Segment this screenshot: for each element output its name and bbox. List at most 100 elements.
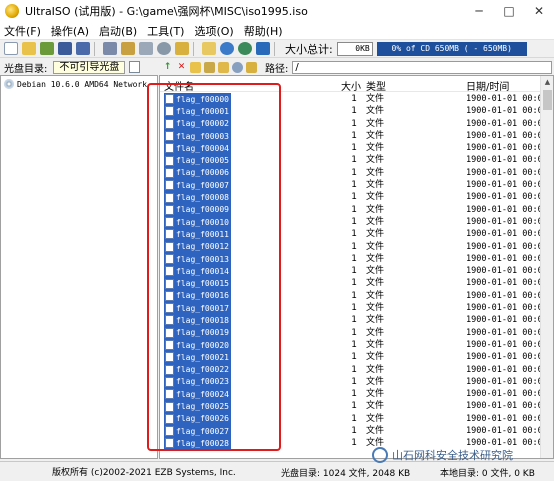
disc-tree[interactable]: Debian 10.6.0 AMD64 Network xyxy=(0,75,158,459)
new-icon[interactable] xyxy=(4,42,18,55)
file-date: 1900-01-01 00:00 xyxy=(466,266,548,277)
info-icon[interactable] xyxy=(220,42,234,55)
file-date: 1900-01-01 00:00 xyxy=(466,290,548,301)
column-header-date[interactable]: 日期/时间 xyxy=(466,78,509,93)
maximize-button[interactable]: □ xyxy=(494,0,524,22)
add-files-icon[interactable] xyxy=(218,61,229,73)
file-type: 文件 xyxy=(366,376,385,387)
menu-tools[interactable]: 工具(T) xyxy=(143,23,190,39)
file-size: 1 xyxy=(351,376,357,387)
file-date: 1900-01-01 00:00 xyxy=(466,303,548,314)
column-header-type[interactable]: 类型 xyxy=(366,78,386,93)
file-date: 1900-01-01 00:00 xyxy=(466,143,548,154)
file-size: 1 xyxy=(351,106,357,117)
delete-icon[interactable]: ✕ xyxy=(176,62,187,73)
file-type: 文件 xyxy=(366,155,385,166)
burn-icon[interactable] xyxy=(103,42,117,55)
file-type: 文件 xyxy=(366,167,385,178)
file-size: 1 xyxy=(351,401,357,412)
file-size: 1 xyxy=(351,364,357,375)
file-type: 文件 xyxy=(366,216,385,227)
file-size: 1 xyxy=(351,130,357,141)
wizard-icon[interactable] xyxy=(175,42,189,55)
scroll-thumb[interactable] xyxy=(543,90,552,110)
file-type: 文件 xyxy=(366,229,385,240)
file-type: 文件 xyxy=(366,401,385,412)
vertical-scrollbar[interactable]: ▲ xyxy=(540,76,553,458)
new-folder-icon[interactable] xyxy=(190,61,201,73)
save-icon[interactable] xyxy=(58,42,72,55)
watermark: 山石网科安全技术研究院 xyxy=(372,447,513,463)
ultraiso-window: UltraISO (试用版) - G:\game\强网杯\MISC\iso199… xyxy=(0,0,554,481)
file-type: 文件 xyxy=(366,364,385,375)
boot-status-field[interactable]: 不可引导光盘 xyxy=(53,60,126,74)
save-as-icon[interactable] xyxy=(76,42,90,55)
file-date: 1900-01-01 00:00 xyxy=(466,278,548,289)
close-button[interactable]: ✕ xyxy=(524,0,554,22)
wechat-logo-icon xyxy=(372,447,388,463)
file-size: 1 xyxy=(351,192,357,203)
file-size: 1 xyxy=(351,327,357,338)
window-controls: ─ □ ✕ xyxy=(464,0,554,22)
file-type: 文件 xyxy=(366,253,385,264)
file-size: 1 xyxy=(351,180,357,191)
file-type: 文件 xyxy=(366,192,385,203)
file-size: 1 xyxy=(351,290,357,301)
path-input[interactable]: / xyxy=(292,60,552,74)
file-size: 1 xyxy=(351,426,357,437)
minimize-button[interactable]: ─ xyxy=(464,0,494,22)
file-date: 1900-01-01 00:00 xyxy=(466,376,548,387)
file-type: 文件 xyxy=(366,315,385,326)
file-size: 1 xyxy=(351,413,357,424)
file-type: 文件 xyxy=(366,327,385,338)
file-size: 1 xyxy=(351,266,357,277)
path-label: 路径: xyxy=(265,63,289,75)
boot-properties-icon[interactable] xyxy=(129,61,141,73)
rename-icon[interactable] xyxy=(204,61,215,73)
tree-root-label: Debian 10.6.0 AMD64 Network xyxy=(17,79,148,89)
file-date: 1900-01-01 00:00 xyxy=(466,389,548,400)
window-title: UltraISO (试用版) - G:\game\强网杯\MISC\iso199… xyxy=(25,5,308,18)
file-size: 1 xyxy=(351,94,357,104)
main-toolbar: 大小总计: 0KB 0% of CD 650MB ( - 650MB) xyxy=(0,40,554,58)
file-size: 1 xyxy=(351,143,357,154)
column-header-size[interactable]: 大小 xyxy=(341,78,361,93)
menu-bootable[interactable]: 启动(B) xyxy=(95,23,143,39)
virtual-drive-icon[interactable] xyxy=(157,42,171,55)
extract-icon[interactable] xyxy=(40,42,54,55)
menu-file[interactable]: 文件(F) xyxy=(0,23,47,39)
mount-icon[interactable] xyxy=(121,42,135,55)
view-icon[interactable] xyxy=(246,61,257,73)
disc-directory-status: 光盘目录: 1024 文件, 2048 KB xyxy=(281,469,411,479)
menu-options[interactable]: 选项(O) xyxy=(190,23,239,39)
file-date: 1900-01-01 00:00 xyxy=(466,229,548,240)
file-date: 1900-01-01 00:00 xyxy=(466,180,548,191)
up-arrow-icon[interactable]: ↑ xyxy=(162,62,173,73)
file-type: 文件 xyxy=(366,339,385,350)
tree-root-item[interactable]: Debian 10.6.0 AMD64 Network xyxy=(1,79,157,89)
file-date: 1900-01-01 00:00 xyxy=(466,155,548,166)
file-date: 1900-01-01 00:00 xyxy=(466,401,548,412)
scroll-up-icon[interactable]: ▲ xyxy=(541,76,553,88)
file-date: 1900-01-01 00:00 xyxy=(466,118,548,129)
file-type: 文件 xyxy=(366,130,385,141)
file-type: 文件 xyxy=(366,389,385,400)
menu-actions[interactable]: 操作(A) xyxy=(47,23,95,39)
compress-icon[interactable] xyxy=(139,42,153,55)
open-folder-icon[interactable] xyxy=(22,42,36,55)
capacity-bar[interactable]: 0% of CD 650MB ( - 650MB) xyxy=(376,41,527,56)
file-type: 文件 xyxy=(366,278,385,289)
file-type: 文件 xyxy=(366,426,385,437)
disc-directory-header: 光盘目录: 不可引导光盘 xyxy=(0,59,158,75)
properties-icon[interactable] xyxy=(202,42,216,55)
help-icon[interactable] xyxy=(238,42,252,55)
menu-help[interactable]: 帮助(H) xyxy=(240,23,289,39)
file-date: 1900-01-01 00:00 xyxy=(466,167,548,178)
exit-icon[interactable] xyxy=(256,42,270,55)
file-toolbar: ↑ ✕ 路径: / xyxy=(159,59,554,75)
file-size: 1 xyxy=(351,389,357,400)
settings-icon[interactable] xyxy=(232,61,243,73)
file-date: 1900-01-01 00:00 xyxy=(466,352,548,363)
file-size: 1 xyxy=(351,278,357,289)
file-size: 1 xyxy=(351,216,357,227)
